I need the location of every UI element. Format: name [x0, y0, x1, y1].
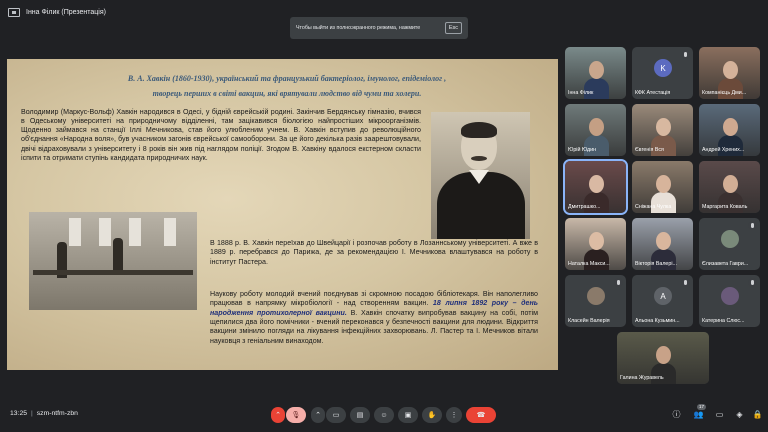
camera-options-button[interactable]: ⌃ — [311, 407, 325, 423]
participant-tile[interactable]: Інна Філик — [565, 47, 626, 99]
participant-name: Андрей Хрених... — [702, 147, 745, 153]
info-icon: ⓘ — [672, 410, 681, 419]
participant-tile[interactable]: Класейн Валерія — [565, 275, 626, 327]
mic-muted-icon — [614, 278, 623, 287]
emoji-icon: ☺ — [380, 411, 388, 419]
chat-button[interactable]: ▭ — [714, 409, 725, 420]
esc-key: Esc — [444, 22, 462, 34]
more-options-button[interactable]: ⋮ — [446, 407, 462, 423]
participant-name: Наталка Макси... — [568, 261, 610, 267]
participant-avatar — [587, 287, 605, 305]
mic-toggle-button[interactable]: 🎙 — [286, 407, 306, 423]
slide-paragraph-1: Володимир (Маркус-Вольф) Хавкін народивс… — [21, 108, 421, 162]
participant-tile[interactable]: Компанієць Дми... — [699, 47, 760, 99]
haffkine-portrait — [431, 112, 530, 239]
leave-call-button[interactable]: ☎ — [466, 407, 496, 423]
screen-share-icon — [8, 8, 20, 17]
people-button[interactable]: 👥 — [693, 409, 704, 420]
meeting-code: szm-ntfm-zbn — [36, 410, 78, 417]
participant-tile[interactable]: Катерина Слюс... — [699, 275, 760, 327]
mic-muted-icon — [681, 50, 690, 59]
captions-button[interactable]: ▤ — [350, 407, 370, 423]
meet-window: Інна Філик (Презентація) Чтобы выйти из … — [0, 0, 768, 432]
camera-toggle-button[interactable]: ▭ — [326, 407, 346, 423]
participant-tile[interactable]: Андрей Хрених... — [699, 104, 760, 156]
hangup-icon: ☎ — [476, 412, 486, 419]
participant-tile[interactable]: Наталка Макси... — [565, 218, 626, 270]
participant-tile[interactable]: Сніжана Чулка — [632, 161, 693, 213]
participant-tile[interactable]: Євгенія Вся — [632, 104, 693, 156]
bottom-bar: 13:25 | szm-ntfm-zbn ⌃ 🎙 ⌃ ▭ ▤ ☺ ▣ ✋ ⋮ ☎… — [0, 398, 768, 432]
laboratory-photo — [29, 212, 197, 310]
slide-paragraph-3: Наукову роботу молодий вчений поєднував … — [210, 290, 538, 346]
people-icon: 👥 — [693, 410, 704, 419]
meeting-info: 13:25 | szm-ntfm-zbn — [10, 410, 78, 417]
participant-avatar — [721, 230, 739, 248]
participant-tile[interactable]: Дмитрашко... — [563, 159, 628, 215]
fullscreen-hint-text: Чтобы выйти из полноэкранного режима, на… — [296, 25, 421, 31]
participant-name: Єлизавета Гаври... — [702, 261, 749, 267]
mic-off-icon: 🎙 — [291, 412, 301, 419]
participant-tile[interactable]: Маргарита Коваль — [699, 161, 760, 213]
participant-name: Галина Журавель — [620, 375, 664, 381]
participant-avatar: A — [654, 287, 672, 305]
participant-tile[interactable]: Вікторія Валері... — [632, 218, 693, 270]
slide-title-line2: творець перших в світі вакцин, які вряту… — [152, 89, 422, 99]
more-vert-icon: ⋮ — [450, 412, 458, 419]
mic-muted-icon — [748, 221, 757, 230]
presenter-label: Інна Філик (Презентація) — [8, 8, 106, 17]
mic-options-button[interactable]: ⌃ — [271, 407, 285, 423]
clock: 13:25 — [10, 410, 28, 417]
activities-button[interactable]: ◈ — [734, 409, 745, 420]
mic-muted-icon — [748, 278, 757, 287]
participant-name: Юрій Юдин — [568, 147, 596, 153]
slide-title: В. А. Хавкін (1860-1930), український та… — [67, 71, 507, 101]
participant-name: Інна Філик — [568, 90, 594, 96]
participant-name: Євгенія Вся — [635, 147, 664, 153]
participant-tile[interactable]: Юрій Юдин — [565, 104, 626, 156]
present-icon: ▣ — [404, 412, 412, 419]
lock-icon: 🔒 — [752, 410, 763, 419]
lock-button[interactable]: 🔒 — [752, 409, 763, 420]
participant-name: Маргарита Коваль — [702, 204, 748, 210]
info-separator: | — [31, 410, 33, 417]
participant-tile[interactable]: Галина Журавель — [617, 332, 709, 384]
camera-icon: ▭ — [332, 412, 340, 419]
participant-name: Дмитрашко... — [568, 204, 601, 210]
presenter-name: Інна Філик (Презентація) — [26, 9, 106, 16]
participant-avatar: K — [654, 59, 672, 77]
presentation-slide: В. А. Хавкін (1860-1930), український та… — [7, 59, 558, 370]
participant-avatar — [721, 287, 739, 305]
participant-name: КФК Атестація — [635, 90, 671, 96]
meeting-details-button[interactable]: ⓘ — [671, 409, 682, 420]
participant-name: Класейн Валерія — [568, 318, 610, 324]
participant-name: Компанієць Дми... — [702, 90, 747, 96]
present-button[interactable]: ▣ — [398, 407, 418, 423]
participant-name: Сніжана Чулка — [635, 204, 672, 210]
mic-muted-icon — [681, 278, 690, 287]
participant-tile[interactable]: Єлизавета Гаври... — [699, 218, 760, 270]
shapes-icon: ◈ — [736, 410, 743, 419]
raise-hand-button[interactable]: ✋ — [422, 407, 442, 423]
captions-icon: ▤ — [356, 412, 364, 419]
slide-title-line1: В. А. Хавкін (1860-1930), український та… — [127, 74, 447, 83]
participant-name: Альона Кузьмин... — [635, 318, 680, 324]
chat-icon: ▭ — [715, 410, 724, 419]
participant-count-badge: 17 — [697, 404, 706, 410]
reactions-button[interactable]: ☺ — [374, 407, 394, 423]
hand-icon: ✋ — [427, 412, 437, 419]
participant-name: Катерина Слюс... — [702, 318, 745, 324]
slide-paragraph-2: В 1888 р. В. Хавкін переїхав до Швейцарі… — [210, 239, 538, 266]
participant-name: Вікторія Валері... — [635, 261, 677, 267]
participant-tile[interactable]: K КФК Атестація — [632, 47, 693, 99]
participant-tile[interactable]: A Альона Кузьмин... — [632, 275, 693, 327]
fullscreen-hint: Чтобы выйти из полноэкранного режима, на… — [290, 17, 468, 39]
